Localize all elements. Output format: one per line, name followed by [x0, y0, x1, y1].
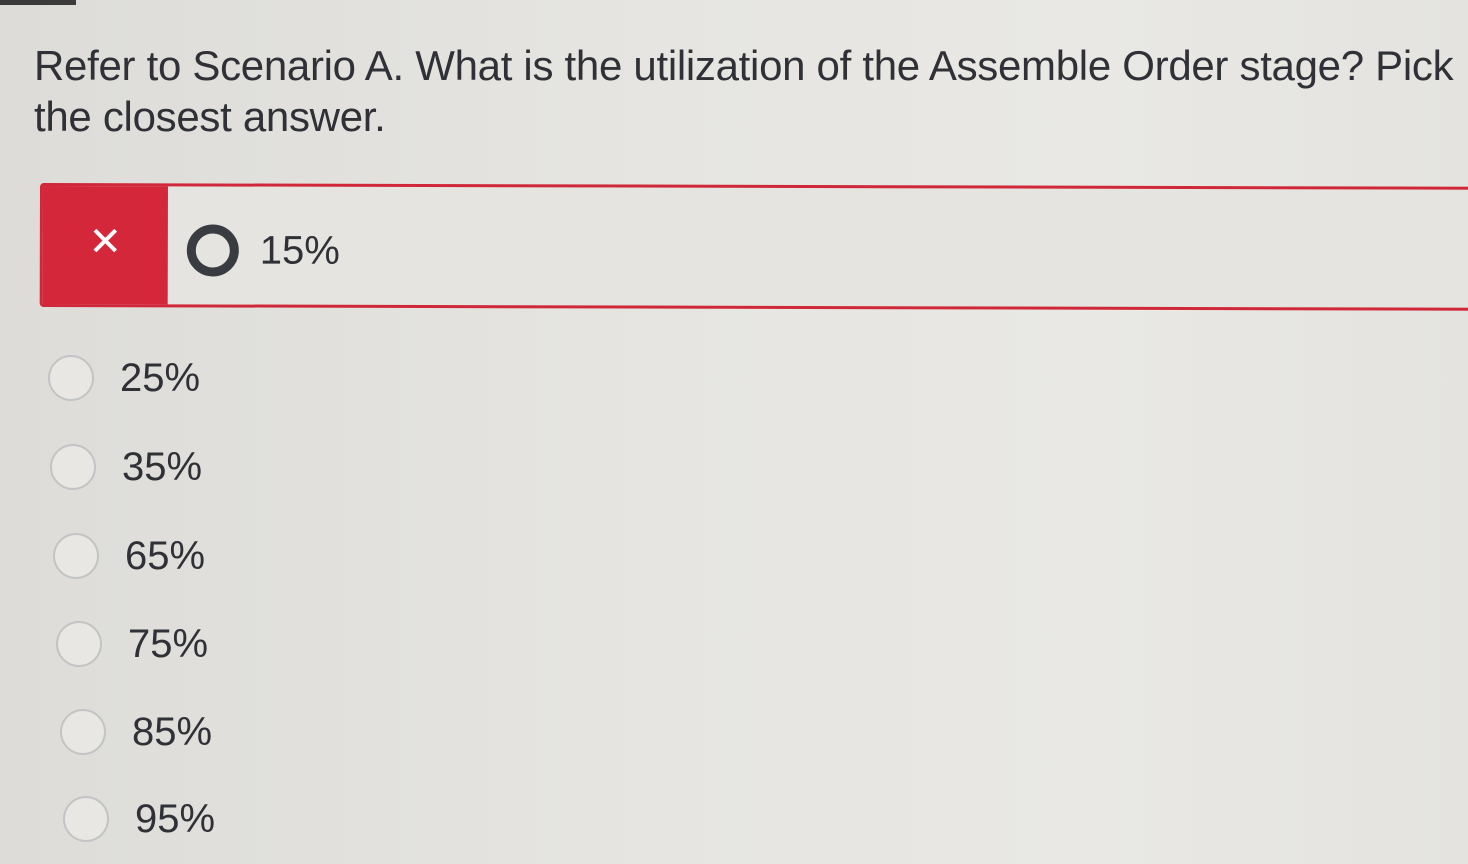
answer-option[interactable]: 65% — [53, 530, 205, 582]
answer-option[interactable]: 95% — [63, 793, 215, 845]
answer-label: 35% — [122, 445, 203, 489]
answer-option[interactable]: 85% — [60, 706, 212, 758]
answer-label: 65% — [125, 534, 206, 578]
radio-button[interactable] — [63, 796, 109, 842]
radio-button[interactable] — [56, 621, 102, 667]
answer-label: 25% — [120, 356, 201, 400]
answer-label: 85% — [132, 710, 213, 754]
answer-option[interactable]: 75% — [56, 618, 208, 670]
radio-button[interactable] — [53, 533, 99, 579]
answer-label: 75% — [128, 622, 209, 666]
radio-button[interactable] — [48, 355, 94, 401]
answer-label: 95% — [135, 797, 216, 841]
answer-option[interactable]: 25% — [48, 352, 200, 404]
radio-button[interactable] — [50, 444, 96, 490]
answer-option[interactable]: 35% — [50, 441, 202, 493]
answer-options: 25% 35% 65% 75% 85% 95% — [0, 0, 1468, 864]
radio-button[interactable] — [60, 709, 106, 755]
